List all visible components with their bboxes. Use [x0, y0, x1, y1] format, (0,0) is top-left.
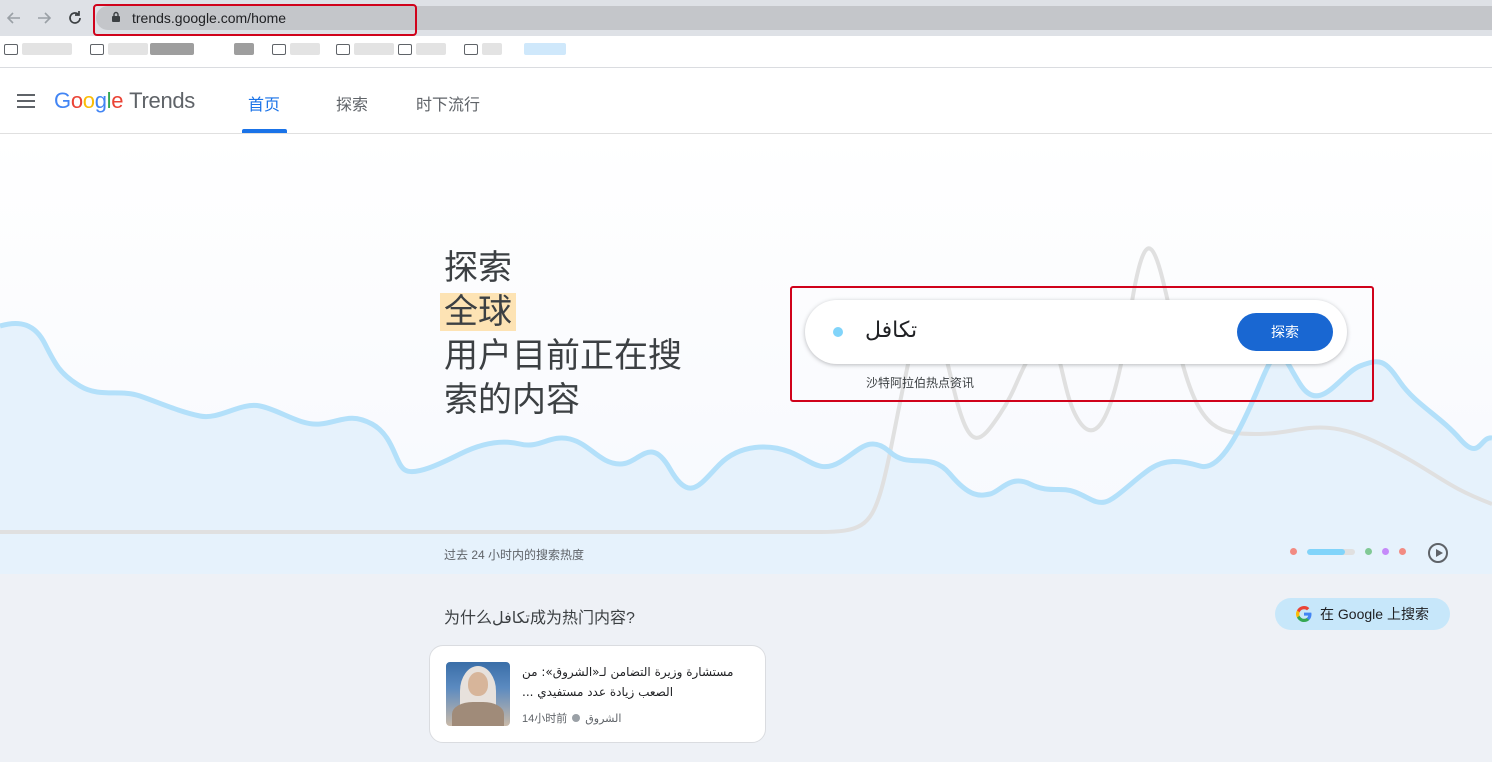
play-icon[interactable]	[1428, 543, 1448, 563]
reload-icon	[69, 11, 81, 24]
hero-title-line: 索的内容	[444, 381, 580, 419]
tab-explore[interactable]: 探索	[336, 91, 368, 115]
url-highlight-box	[93, 4, 417, 36]
hero-title-line: 用户目前正在搜	[444, 337, 682, 375]
tab-trending[interactable]: 时下流行	[416, 91, 480, 115]
menu-icon[interactable]	[17, 94, 35, 108]
bookmark-item[interactable]	[90, 42, 148, 56]
news-source: الشروق	[585, 711, 622, 725]
browser-toolbar: trends.google.com/home	[0, 0, 1492, 36]
carousel-dot[interactable]	[1290, 548, 1297, 555]
logo-letter: o	[70, 88, 83, 113]
folder-icon	[398, 43, 412, 55]
bookmark-label	[234, 43, 254, 55]
logo-letter: o	[82, 88, 95, 113]
hero-section: 探索 全球 用户目前正在搜 索的内容 تكافل 探索 沙特阿拉伯热点资讯 过去…	[0, 134, 1492, 574]
search-highlight-box	[790, 286, 1374, 402]
carousel-progress-fill	[1307, 548, 1346, 555]
separator-dot	[572, 714, 581, 722]
hero-title: 探索 全球 用户目前正在搜 索的内容	[440, 246, 682, 422]
news-card[interactable]: مستشارة وزيرة التضامن لـ«الشروق»: من الص…	[429, 645, 766, 743]
reload-button[interactable]	[65, 8, 85, 28]
bookmark-label	[354, 43, 394, 55]
trend-details-section: 为什么تكافل成为热门内容? 在 Google 上搜索 مستشارة وزي…	[0, 574, 1492, 762]
back-button[interactable]	[4, 8, 24, 28]
hero-title-line: 探索	[444, 249, 512, 287]
carousel-dot[interactable]	[1382, 548, 1389, 555]
bookmark-item[interactable]	[336, 42, 394, 56]
bookmark-item[interactable]	[234, 42, 254, 56]
bookmark-item[interactable]	[150, 42, 194, 56]
bookmark-item[interactable]	[272, 42, 320, 56]
bookmark-label	[524, 43, 566, 55]
logo-letter: e	[111, 88, 124, 113]
news-meta: 14小时前 الشروق	[522, 710, 621, 726]
bookmark-label	[22, 43, 72, 55]
bookmark-item[interactable]	[464, 42, 502, 56]
bookmark-item[interactable]	[524, 42, 566, 56]
folder-icon	[464, 43, 478, 55]
app-header: Google Trends 首页 探索 时下流行	[0, 69, 1492, 134]
chart-caption: 过去 24 小时内的搜索热度	[444, 548, 585, 562]
logo-suffix: Trends	[129, 88, 196, 113]
forward-button[interactable]	[34, 8, 54, 28]
search-on-google-button[interactable]: 在 Google 上搜索	[1275, 598, 1450, 630]
google-trends-logo[interactable]: Google Trends	[54, 88, 195, 114]
search-on-google-label: 在 Google 上搜索	[1320, 606, 1429, 622]
bookmarks-bar	[0, 36, 1492, 68]
bookmark-item[interactable]	[398, 42, 446, 56]
bookmark-item[interactable]	[4, 42, 72, 56]
carousel-dot[interactable]	[1365, 548, 1372, 555]
why-trending-title: 为什么تكافل成为热门内容?	[444, 610, 635, 627]
folder-icon	[336, 43, 350, 55]
news-headline[interactable]: مستشارة وزيرة التضامن لـ«الشروق»: من الص…	[522, 662, 752, 702]
carousel-indicators	[1290, 548, 1406, 555]
news-thumbnail	[446, 662, 510, 726]
arrow-right-icon	[38, 12, 52, 24]
folder-icon	[90, 43, 104, 55]
bookmark-label	[416, 43, 446, 55]
arrow-left-icon	[6, 12, 20, 24]
hero-title-highlight: 全球	[440, 293, 516, 331]
carousel-progress[interactable]	[1307, 548, 1355, 555]
news-time: 14小时前	[522, 713, 568, 725]
bookmark-label	[108, 43, 148, 55]
logo-letter: G	[54, 88, 71, 113]
tab-home[interactable]: 首页	[248, 91, 280, 115]
folder-icon	[272, 43, 286, 55]
carousel-dot[interactable]	[1399, 548, 1406, 555]
google-g-icon	[1296, 606, 1312, 622]
bookmark-label	[290, 43, 320, 55]
active-tab-indicator	[242, 129, 287, 133]
folder-icon	[4, 43, 18, 55]
logo-letter: g	[94, 88, 107, 113]
bookmark-label	[482, 43, 502, 55]
bookmark-label	[150, 43, 194, 55]
